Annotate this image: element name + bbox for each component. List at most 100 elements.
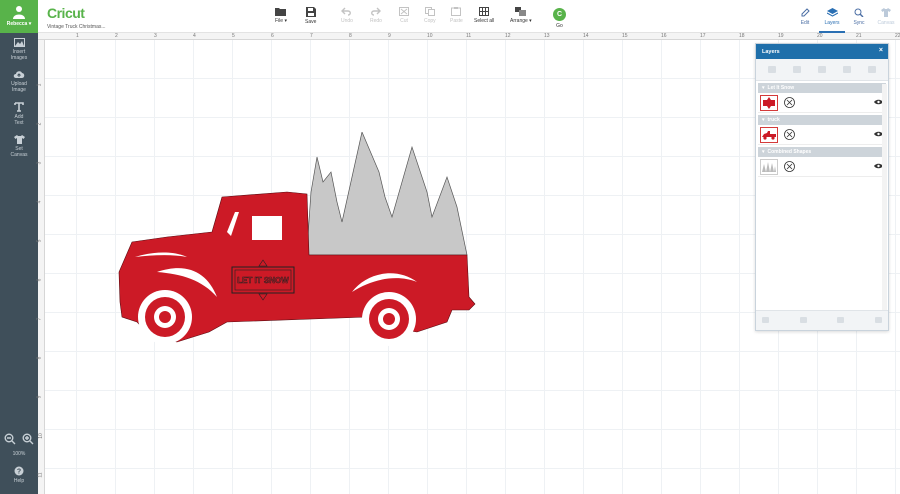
tab-canvas[interactable]: Canvas <box>873 8 899 26</box>
ruler-left-number: 5 <box>36 239 43 243</box>
trees-shape[interactable] <box>306 132 468 256</box>
sign-text: LET IT SNOW <box>237 276 289 285</box>
ruler-top-number: 10 <box>427 33 433 39</box>
file-menu-button[interactable]: File ▾ <box>275 7 287 24</box>
go-label: Go <box>556 23 563 29</box>
layer-group-name: Combined Shapes <box>767 149 812 155</box>
ruler-top-number: 2 <box>115 33 118 39</box>
delete-tool-icon[interactable] <box>840 65 854 74</box>
zoom-out-icon[interactable] <box>4 433 16 445</box>
ruler-top-number: 3 <box>154 33 157 39</box>
tab-layers[interactable]: Layers <box>819 8 845 33</box>
layer-thumbnail <box>760 127 778 143</box>
ruler-top-number: 16 <box>661 33 667 39</box>
layer-row-let-it-snow[interactable] <box>758 93 886 113</box>
ungroup-tool-icon[interactable] <box>790 65 804 74</box>
layers-panel: Layers × ▾ Let It Snow ▾ truck ▾ Combine… <box>755 43 889 331</box>
duplicate-tool-icon[interactable] <box>815 65 829 74</box>
redo-button[interactable]: Redo <box>370 7 382 24</box>
ruler-left-number: 2 <box>36 122 43 126</box>
ruler-left-number: 11 <box>37 472 44 478</box>
ruler-left-number: 9 <box>36 395 43 399</box>
copy-button[interactable]: Copy <box>424 7 436 24</box>
weld-tool-icon[interactable] <box>799 317 807 324</box>
undo-button[interactable]: Undo <box>341 7 353 24</box>
select-all-label: Select all <box>474 18 495 24</box>
ruler-top-number: 5 <box>232 33 235 39</box>
help-button[interactable]: ? Help <box>0 466 38 484</box>
layers-footer <box>756 310 888 330</box>
ruler-left-number: 6 <box>36 278 43 282</box>
save-icon <box>305 7 316 17</box>
folder-icon <box>275 8 287 16</box>
ruler-left-number: 7 <box>36 317 43 321</box>
layer-group-name: Let It Snow <box>767 85 795 91</box>
go-icon: C <box>553 8 566 21</box>
save-button[interactable]: Save <box>305 7 316 25</box>
zoom-in-icon[interactable] <box>22 433 34 445</box>
zoom-controls <box>4 433 34 445</box>
text-icon <box>14 102 24 112</box>
paste-icon <box>451 7 462 16</box>
close-icon[interactable]: × <box>879 47 883 54</box>
cut-button[interactable]: Cut <box>399 7 409 24</box>
top-toolbar: Cricut Vintage Truck Christmas... File ▾… <box>38 0 900 33</box>
ruler-top-number: 22 <box>895 33 900 39</box>
tab-layers-label: Layers <box>824 20 840 26</box>
layer-row-combined-shapes[interactable] <box>758 157 886 177</box>
arrange-menu-button[interactable]: Arrange ▾ <box>510 7 532 24</box>
add-text-label-2: Text <box>14 120 24 126</box>
left-sidebar: Rebecca ▾ Insert Images Upload Image Add… <box>0 0 38 494</box>
layer-group-name: truck <box>767 117 780 123</box>
layer-group-header[interactable]: ▾ truck <box>758 115 886 125</box>
layer-thumbnail <box>760 159 778 175</box>
paste-button[interactable]: Paste <box>450 7 463 24</box>
layers-panel-title: Layers <box>762 49 780 55</box>
ruler-top-number: 7 <box>310 33 313 39</box>
attach-tool-icon[interactable] <box>837 317 845 324</box>
save-label: Save <box>305 19 317 25</box>
ruler-top-number: 20 <box>817 33 823 39</box>
caret-down-icon: ▾ <box>762 117 765 123</box>
user-avatar-icon <box>13 6 25 19</box>
insert-images-button[interactable]: Insert Images <box>0 38 38 61</box>
go-button[interactable]: C Go <box>553 8 566 29</box>
shirt-icon <box>13 135 25 144</box>
project-name[interactable]: Vintage Truck Christmas... <box>47 24 106 30</box>
more-tool-icon[interactable] <box>865 65 879 74</box>
ruler-top-number: 11 <box>466 33 472 39</box>
undo-label: Undo <box>341 18 353 24</box>
paste-label: Paste <box>450 18 463 24</box>
add-text-button[interactable]: Add Text <box>0 102 38 126</box>
ruler-top-number: 13 <box>544 33 550 39</box>
layer-group-header[interactable]: ▾ Let It Snow <box>758 83 886 93</box>
sync-icon <box>854 8 864 17</box>
ruler-left: 1 2 3 4 5 6 7 8 9 10 11 <box>36 40 45 494</box>
select-all-button[interactable]: Select all <box>474 7 494 24</box>
file-label: File ▾ <box>275 18 287 24</box>
caret-down-icon: ▾ <box>762 149 765 155</box>
user-menu[interactable]: Rebecca ▾ <box>0 0 38 33</box>
layers-panel-header: Layers × <box>756 44 888 59</box>
select-all-icon <box>479 7 490 16</box>
upload-image-button[interactable]: Upload Image <box>0 70 38 93</box>
set-canvas-button[interactable]: Set Canvas <box>0 135 38 158</box>
flatten-tool-icon[interactable] <box>874 317 882 324</box>
ruler-left-number: 8 <box>36 356 43 360</box>
layer-group-header[interactable]: ▾ Combined Shapes <box>758 147 886 157</box>
group-tool-icon[interactable] <box>765 65 779 74</box>
tab-edit[interactable]: Edit <box>792 8 818 26</box>
ruler-left-number: 4 <box>36 200 43 204</box>
ruler-top-number: 12 <box>505 33 511 39</box>
layers-scrollbar[interactable] <box>882 84 887 310</box>
cut-operation-icon[interactable] <box>784 161 795 172</box>
layers-toolbar <box>756 59 888 81</box>
cut-operation-icon[interactable] <box>784 97 795 108</box>
layer-row-truck[interactable] <box>758 125 886 145</box>
tab-sync[interactable]: Sync <box>846 8 872 26</box>
help-label: Help <box>13 478 25 484</box>
slice-tool-icon[interactable] <box>762 317 769 324</box>
cut-operation-icon[interactable] <box>784 129 795 140</box>
set-canvas-label-2: Canvas <box>10 152 28 158</box>
vintage-truck-design[interactable]: LET IT SNOW <box>117 132 477 352</box>
